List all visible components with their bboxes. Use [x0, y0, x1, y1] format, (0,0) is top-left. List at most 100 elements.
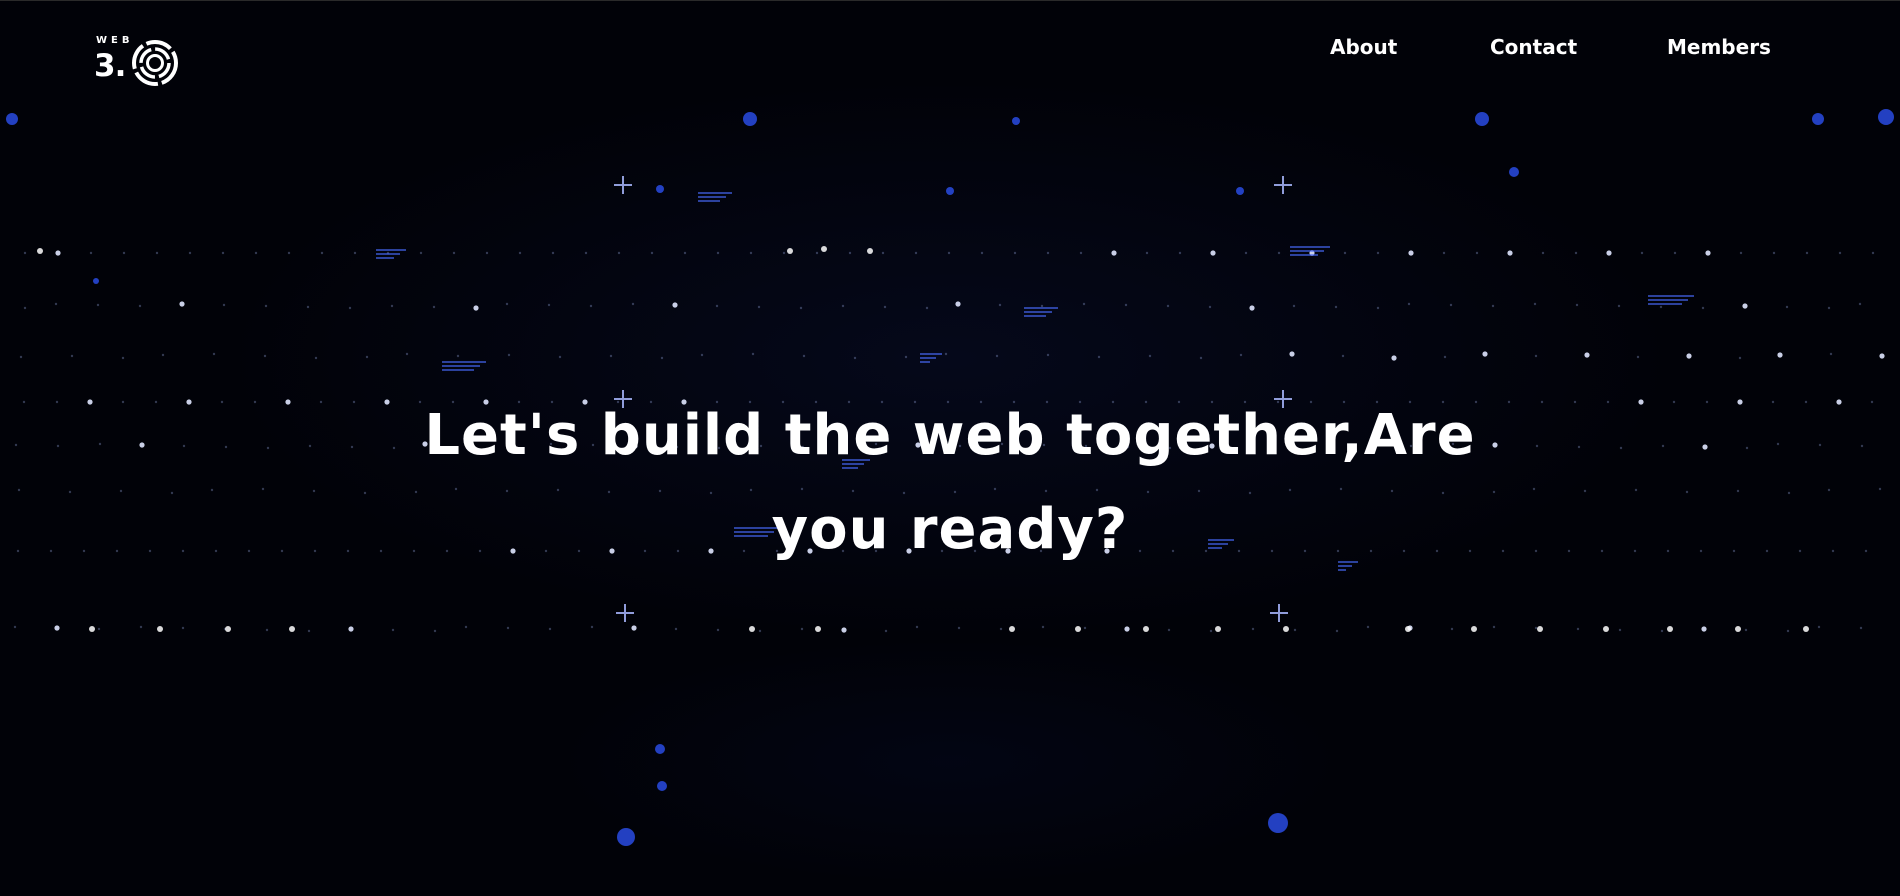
particle-dot	[1812, 113, 1824, 125]
particle-dot	[1705, 250, 1711, 256]
particle-dot	[307, 629, 311, 633]
particle-dot	[547, 303, 551, 307]
particle-dot	[181, 626, 185, 630]
particle-dot	[87, 399, 93, 405]
particle-dot	[55, 400, 59, 404]
particle-dot	[1878, 487, 1882, 491]
particle-dot	[348, 626, 354, 632]
particle-dot	[161, 353, 165, 357]
particle-dot	[263, 354, 267, 358]
particle-dot	[1860, 444, 1864, 448]
particle-dash	[1024, 311, 1052, 313]
particle-dash	[442, 369, 474, 371]
particle-dot	[121, 400, 125, 404]
particle-dot	[1236, 187, 1244, 195]
particle-dot	[590, 625, 594, 629]
particle-dot	[1744, 628, 1748, 632]
particle-dot	[656, 185, 664, 193]
particle-dot	[995, 354, 999, 358]
logo-top-text: WEB	[96, 35, 134, 46]
particle-dot	[56, 444, 60, 448]
particle-dot	[188, 251, 192, 255]
particle-dot	[867, 248, 873, 254]
particle-dash	[698, 196, 726, 198]
particle-dot	[186, 399, 192, 405]
particle-dot	[287, 251, 291, 255]
particle-dot	[757, 305, 761, 309]
web3-logo[interactable]: WEB 3.	[94, 35, 180, 91]
particle-dot	[1771, 400, 1775, 404]
particle-dot	[999, 627, 1003, 631]
particle-dot	[1817, 625, 1821, 629]
particle-dot	[1167, 628, 1171, 632]
particle-dot	[1660, 629, 1664, 633]
particle-dot	[1449, 303, 1453, 307]
particle-dot	[1686, 353, 1692, 359]
particle-dot	[1736, 489, 1740, 493]
particle-dot	[348, 306, 352, 310]
particle-dot	[1584, 352, 1590, 358]
particle-dot	[1618, 628, 1622, 632]
nav-link-contact[interactable]: Contact	[1490, 35, 1577, 59]
particle-dot	[1701, 626, 1707, 632]
particle-dot	[1772, 251, 1776, 255]
particle-dot	[1619, 446, 1623, 450]
particle-dot	[1509, 167, 1519, 177]
particle-dot	[848, 251, 852, 255]
particle-dot	[683, 251, 687, 255]
particle-dot	[672, 302, 678, 308]
particle-dot	[452, 251, 456, 255]
particle-dot	[631, 302, 635, 306]
particle-dot	[1442, 251, 1446, 255]
particle-dot	[955, 301, 961, 307]
particle-dot	[1111, 250, 1117, 256]
particle-dot	[650, 251, 654, 255]
particle-dot	[1858, 302, 1862, 306]
particle-dot	[758, 629, 762, 633]
particle-dot	[1507, 250, 1513, 256]
particle-dot	[749, 251, 753, 255]
particle-dot	[285, 399, 291, 405]
particle-dot	[841, 627, 847, 633]
particle-dot	[1777, 352, 1783, 358]
particle-dot	[266, 446, 270, 450]
particle-dot	[464, 625, 468, 629]
nav-link-about[interactable]: About	[1330, 35, 1397, 59]
particle-dot	[1636, 355, 1640, 359]
particle-dot	[14, 443, 18, 447]
particle-dash	[1290, 250, 1324, 252]
particle-dot	[1124, 303, 1128, 307]
particle-dot	[384, 399, 390, 405]
particle-dash	[1648, 303, 1682, 305]
particle-dot	[1244, 251, 1248, 255]
particle-dot	[1567, 549, 1571, 553]
particle-dot	[1673, 251, 1677, 255]
particle-dot	[1199, 356, 1203, 360]
particle-dot	[1366, 625, 1370, 629]
particle-dot	[1491, 304, 1495, 308]
particle-dot	[220, 400, 224, 404]
particle-dot	[1215, 626, 1221, 632]
particle-dot	[617, 251, 621, 255]
particle-dot	[1405, 626, 1411, 632]
particle-dot	[631, 625, 637, 631]
particle-dot	[306, 305, 310, 309]
particle-dot	[1040, 304, 1044, 308]
particle-dot	[884, 629, 888, 633]
particle-dot	[1702, 444, 1708, 450]
nav-link-members[interactable]: Members	[1667, 35, 1771, 59]
concentric-ring-icon	[132, 40, 178, 86]
particle-dot	[787, 248, 793, 254]
particle-dot	[70, 354, 74, 358]
particle-dot	[1701, 306, 1705, 310]
particle-dot	[1268, 813, 1288, 833]
particle-dot	[609, 354, 613, 358]
particle-dot	[222, 303, 226, 307]
particle-dot	[1745, 446, 1749, 450]
particle-dot	[93, 278, 99, 284]
particle-dot	[743, 112, 757, 126]
particle-dot	[998, 303, 1002, 307]
particle-dot	[97, 627, 101, 631]
particle-dash	[920, 357, 936, 359]
particle-dot	[518, 251, 522, 255]
